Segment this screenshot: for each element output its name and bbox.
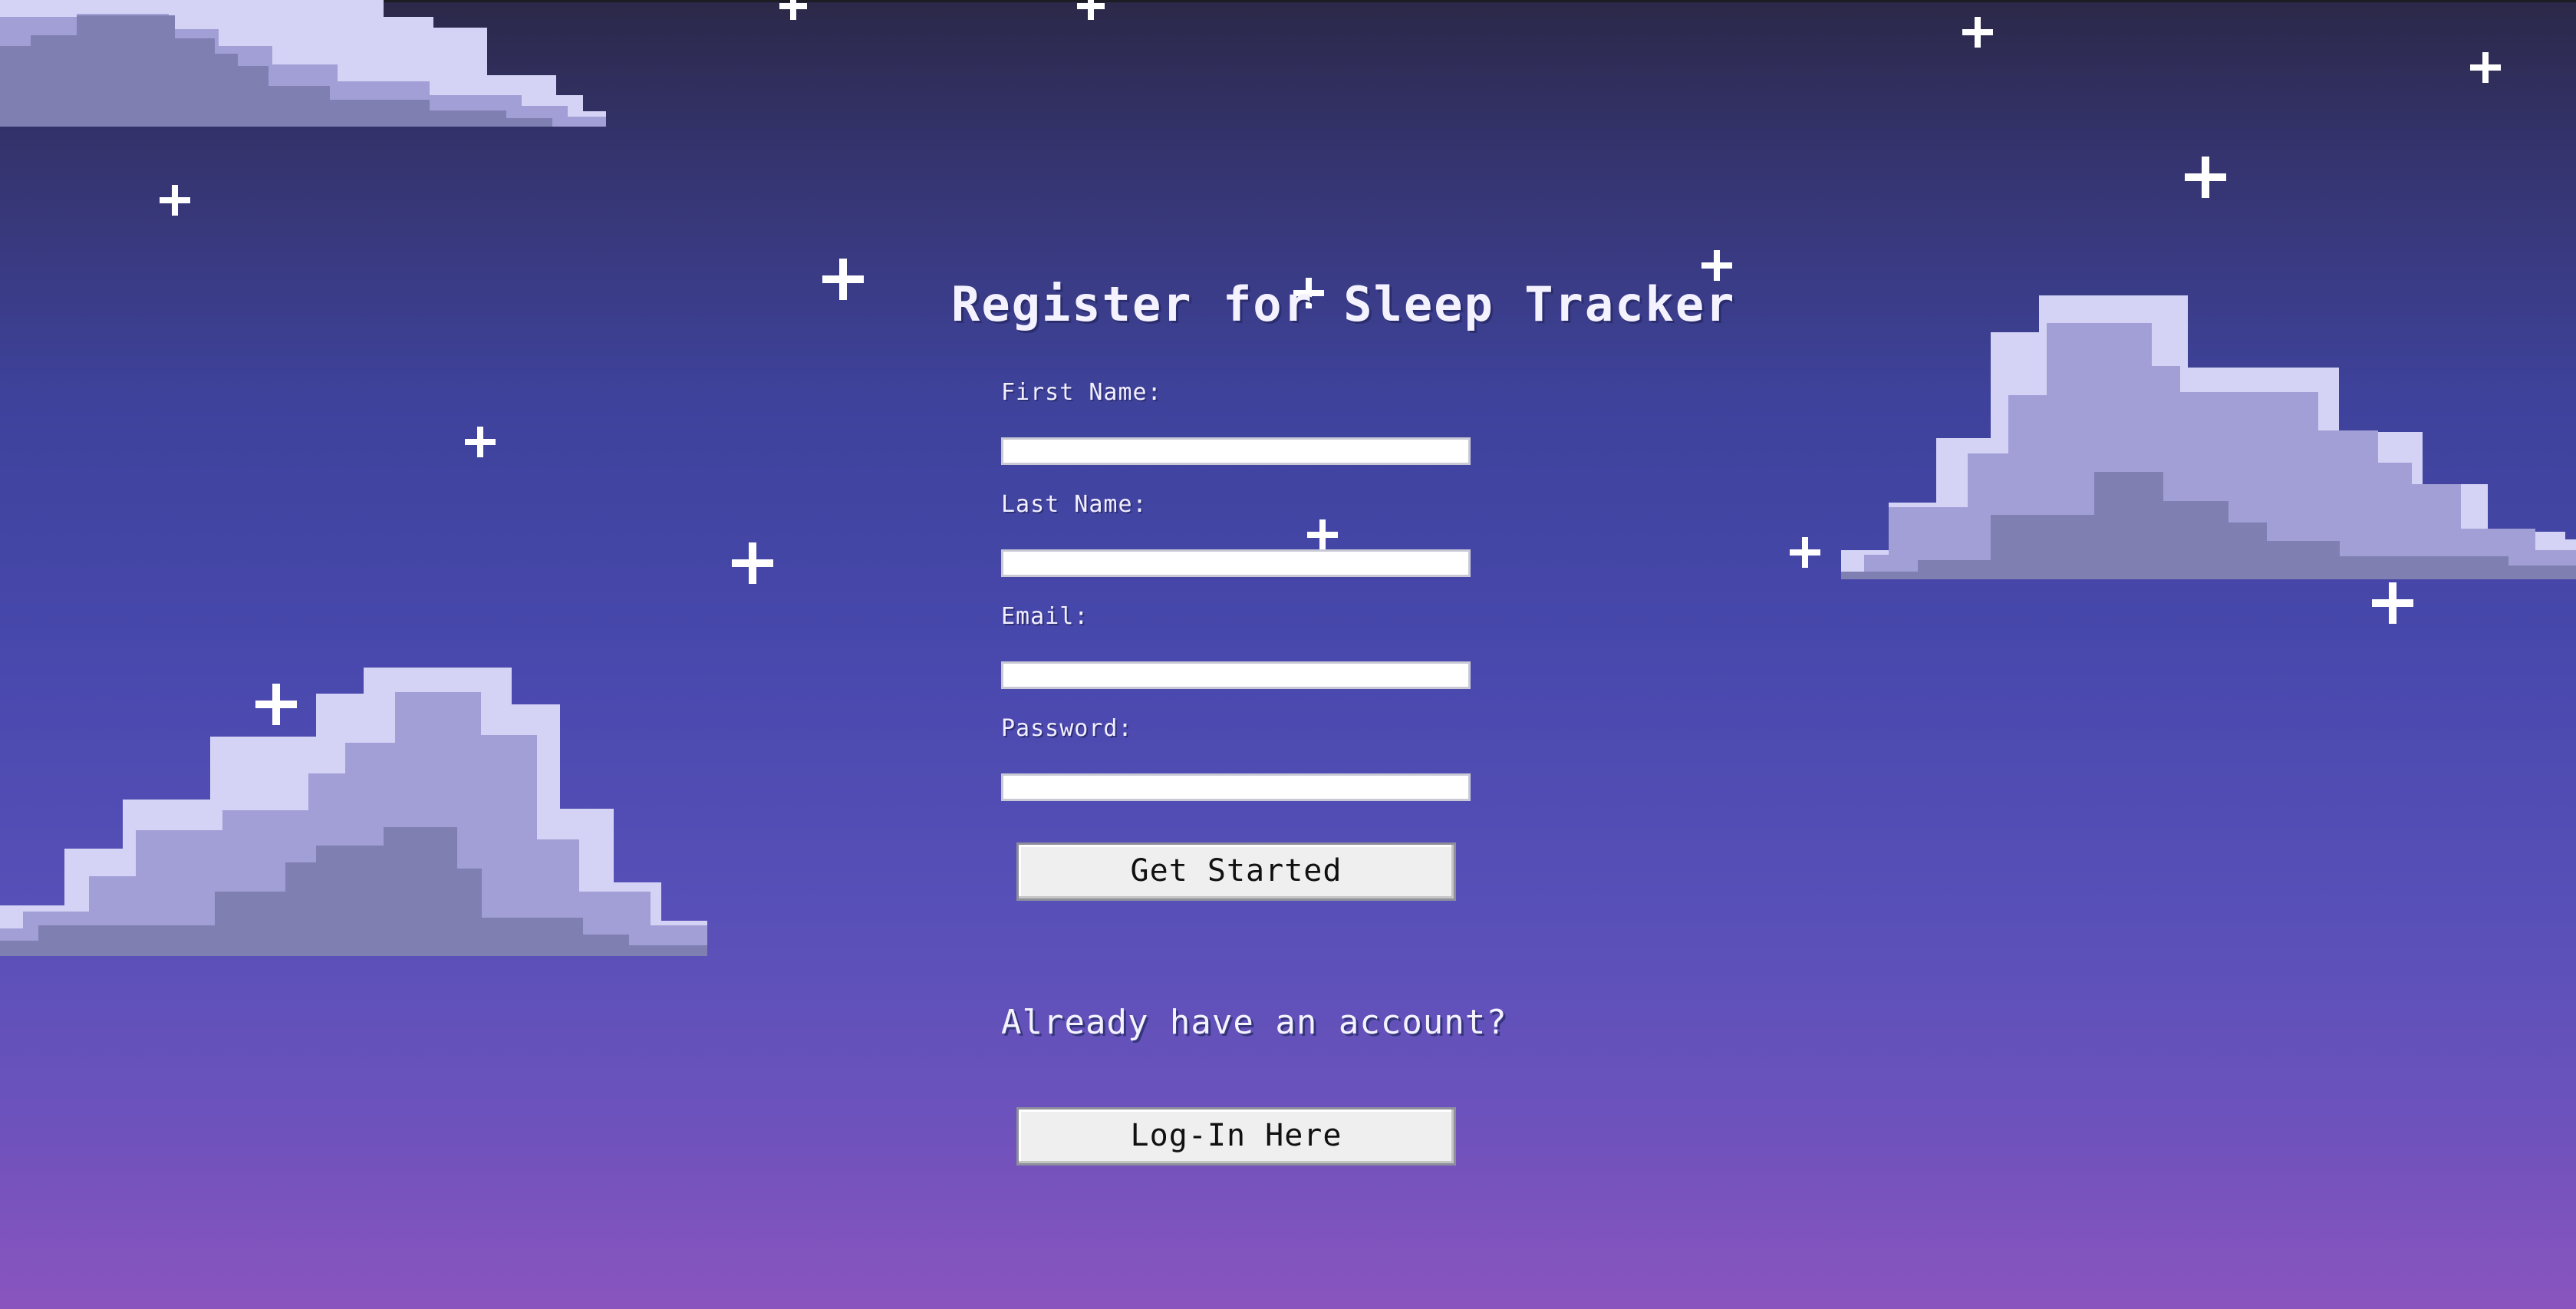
cloud-icon — [1841, 295, 2576, 587]
last-name-field[interactable] — [1001, 549, 1471, 577]
last-name-label: Last Name: — [1001, 491, 1148, 518]
login-prompt: Already have an account? — [1001, 1003, 1507, 1042]
star-icon — [255, 684, 297, 725]
star-icon — [1074, 0, 1108, 20]
cloud-icon — [0, 668, 710, 959]
page-title: Register for Sleep Tracker — [951, 276, 1736, 332]
star-icon — [2470, 52, 2501, 83]
star-icon — [776, 0, 810, 20]
password-field[interactable] — [1001, 773, 1471, 801]
get-started-button[interactable]: Get Started — [1016, 842, 1456, 901]
password-label: Password: — [1001, 715, 1133, 742]
star-icon — [2185, 157, 2226, 198]
first-name-label: First Name: — [1001, 379, 1162, 406]
first-name-field[interactable] — [1001, 437, 1471, 465]
star-icon — [732, 542, 773, 584]
star-icon — [2372, 582, 2413, 624]
star-icon — [1962, 17, 1993, 48]
star-icon — [465, 427, 496, 457]
email-field[interactable] — [1001, 661, 1471, 689]
email-label: Email: — [1001, 603, 1089, 630]
star-icon — [1790, 537, 1820, 568]
star-icon — [822, 259, 864, 300]
cloud-icon — [0, 0, 608, 129]
login-button[interactable]: Log-In Here — [1016, 1107, 1456, 1166]
star-icon — [1307, 519, 1338, 550]
star-icon — [160, 185, 190, 216]
